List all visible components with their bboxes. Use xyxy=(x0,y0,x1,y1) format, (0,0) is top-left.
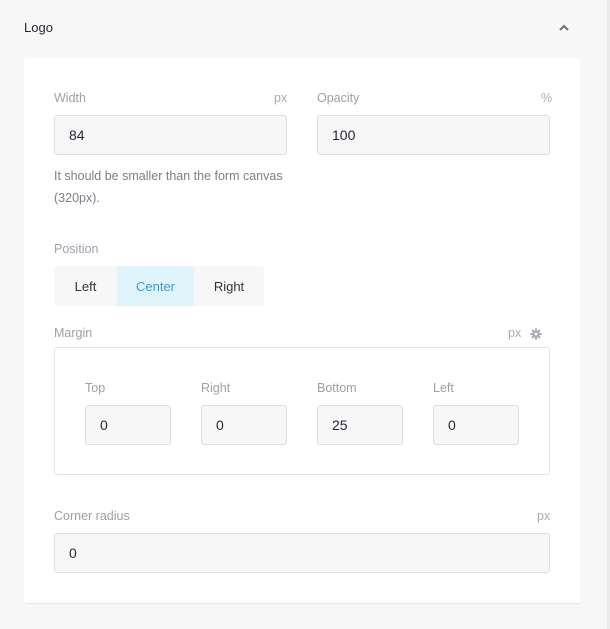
margin-right-label: Right xyxy=(201,381,231,395)
margin-bottom-input[interactable] xyxy=(317,405,403,445)
corner-radius-unit: px xyxy=(537,509,551,523)
width-input[interactable] xyxy=(54,115,287,155)
chevron-up-icon[interactable] xyxy=(556,20,572,36)
margin-unit: px xyxy=(508,326,522,340)
width-help-text: It should be smaller than the form canva… xyxy=(54,169,283,205)
margin-top-label: Top xyxy=(85,381,106,395)
opacity-input[interactable] xyxy=(317,115,550,155)
margin-label: Margin xyxy=(54,326,93,340)
position-label: Position xyxy=(54,242,99,256)
logo-settings-card: Width px It should be smaller than the f… xyxy=(24,58,580,603)
opacity-unit: % xyxy=(541,91,553,105)
margin-left-input[interactable] xyxy=(433,405,519,445)
corner-radius-label: Corner radius xyxy=(54,509,130,523)
margin-left-label: Left xyxy=(433,381,454,395)
margin-box: Top Right Bottom Left xyxy=(54,347,550,475)
margin-right-input[interactable] xyxy=(201,405,287,445)
gear-icon[interactable] xyxy=(530,327,542,340)
margin-top-input[interactable] xyxy=(85,405,171,445)
position-right-button[interactable]: Right xyxy=(194,266,264,306)
position-center-button[interactable]: Center xyxy=(117,266,194,306)
corner-radius-input[interactable] xyxy=(54,533,550,573)
logo-section-header[interactable]: Logo xyxy=(0,0,607,58)
position-left-button[interactable]: Left xyxy=(54,266,117,306)
width-label: Width xyxy=(54,91,86,105)
opacity-label: Opacity xyxy=(317,91,360,105)
margin-bottom-label: Bottom xyxy=(317,381,357,395)
position-segmented-control: Left Center Right xyxy=(54,266,264,306)
section-title: Logo xyxy=(24,20,53,35)
width-unit: px xyxy=(274,91,288,105)
